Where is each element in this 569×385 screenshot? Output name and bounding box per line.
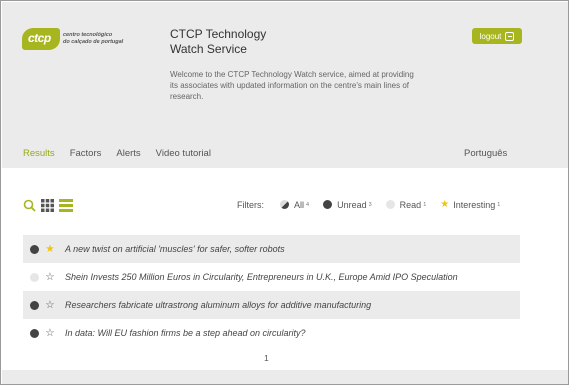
logout-button[interactable]: logout (472, 28, 522, 44)
list-view-icon[interactable] (59, 199, 73, 212)
read-dot-icon (385, 200, 395, 209)
star-icon[interactable]: ★ (44, 243, 56, 255)
filters-label: Filters: (237, 199, 264, 210)
filter-interesting[interactable]: ★ Interesting 1 (440, 199, 500, 210)
search-icon[interactable] (23, 199, 36, 212)
nav-video-tutorial[interactable]: Video tutorial (156, 148, 211, 159)
filters-bar: Filters: All 4 Unread 3 Read 1 ★ Interestin… (237, 199, 514, 210)
result-title[interactable]: A new twist on artificial 'muscles' for … (65, 244, 285, 254)
all-icon (280, 200, 289, 209)
list-item[interactable]: ☆ Shein Invests 250 Million Euros in Cir… (23, 263, 520, 291)
result-title[interactable]: Shein Invests 250 Million Euros in Circu… (65, 272, 458, 282)
pagination-page[interactable]: 1 (264, 353, 269, 363)
list-item[interactable]: ☆ Researchers fabricate ultrastrong alum… (23, 291, 520, 319)
ctcp-logo[interactable]: ctcp centro tecnológico do calçado de po… (22, 28, 123, 50)
star-icon[interactable]: ☆ (44, 271, 56, 283)
result-title[interactable]: In data: Will EU fashion firms be a step… (65, 328, 306, 338)
main-nav: Results Factors Alerts Video tutorial (23, 148, 226, 159)
unread-dot-icon[interactable] (30, 244, 39, 254)
filter-read[interactable]: Read 1 (385, 200, 426, 210)
app-title: CTCP Technology Watch Service (170, 27, 267, 56)
list-item[interactable]: ★ A new twist on artificial 'muscles' fo… (23, 235, 520, 263)
unread-dot-icon (323, 200, 333, 209)
grid-view-icon[interactable] (41, 199, 54, 212)
list-item[interactable]: ☆ In data: Will EU fashion firms be a st… (23, 319, 520, 347)
logout-label: logout (479, 31, 502, 41)
unread-dot-icon[interactable] (30, 300, 39, 310)
filter-unread[interactable]: Unread 3 (323, 200, 372, 210)
result-title[interactable]: Researchers fabricate ultrastrong alumin… (65, 300, 371, 310)
star-icon[interactable]: ☆ (44, 299, 56, 311)
results-list: ★ A new twist on artificial 'muscles' fo… (23, 235, 520, 347)
app-frame: ctcp centro tecnológico do calçado de po… (0, 0, 569, 385)
logo-mark: ctcp (22, 28, 60, 50)
welcome-text: Welcome to the CTCP Technology Watch ser… (170, 70, 414, 101)
language-switch[interactable]: Português (464, 148, 507, 159)
filter-all[interactable]: All 4 (280, 200, 309, 210)
unread-dot-icon[interactable] (30, 328, 39, 338)
nav-results[interactable]: Results (23, 148, 55, 159)
star-icon[interactable]: ☆ (44, 327, 56, 339)
header: ctcp centro tecnológico do calçado de po… (2, 2, 568, 168)
read-dot-icon[interactable] (30, 272, 39, 282)
nav-factors[interactable]: Factors (70, 148, 102, 159)
nav-alerts[interactable]: Alerts (116, 148, 140, 159)
logo-text: centro tecnológico do calçado de portuga… (63, 32, 124, 45)
view-tools (23, 199, 78, 212)
logout-icon (505, 31, 515, 41)
star-icon: ★ (440, 199, 450, 210)
footer (2, 370, 568, 384)
